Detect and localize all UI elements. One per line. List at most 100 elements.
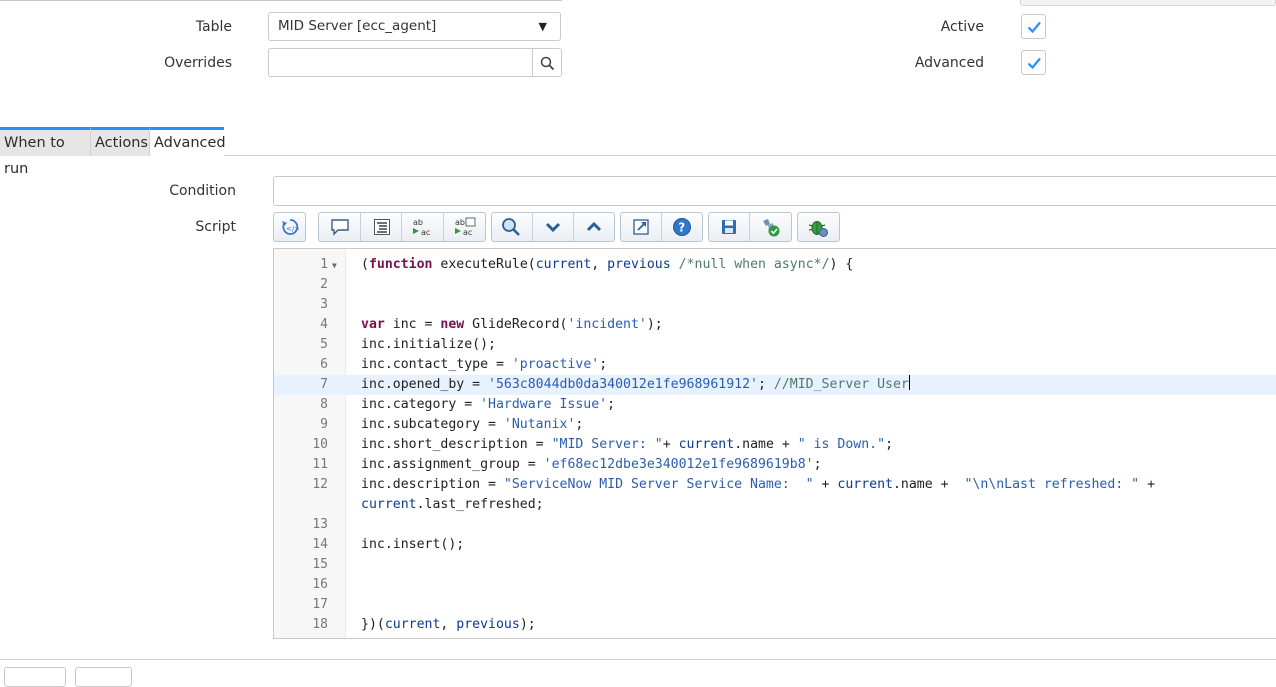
code-line[interactable]: 14 inc.insert();: [274, 535, 1276, 555]
form-action-button[interactable]: [4, 667, 66, 687]
condition-input[interactable]: [273, 176, 1276, 206]
code-line[interactable]: 10 inc.short_description = "MID Server: "…: [274, 435, 1276, 455]
format-code-icon: [373, 219, 390, 235]
find-next-button[interactable]: [533, 213, 574, 241]
table-select[interactable]: MID Server [ecc_agent] ▼: [268, 12, 561, 41]
check-syntax-button[interactable]: [750, 213, 791, 241]
line-number: 13: [312, 517, 328, 532]
replace-all-icon: ab ac: [454, 217, 475, 237]
replace-button[interactable]: ab ac: [402, 213, 444, 241]
checkmark-icon: [1027, 57, 1041, 70]
table-select-value: MID Server [ecc_agent]: [278, 18, 437, 34]
editor-toolbar-debug-group: [797, 212, 840, 242]
svg-text:</>: </>: [286, 225, 299, 233]
code-text: inc.category = 'Hardware Issue';: [361, 397, 616, 412]
script-label: Script: [195, 219, 236, 235]
form-bottom-divider: [0, 659, 1276, 660]
code-area[interactable]: 1 ▼ (function executeRule(current, previou…: [274, 255, 1276, 635]
toggle-syntax-editor-button[interactable]: </>: [274, 213, 305, 241]
line-number: 16: [312, 577, 328, 592]
code-line[interactable]: 1 ▼ (function executeRule(current, previou…: [274, 255, 1276, 275]
svg-text:?: ?: [678, 221, 685, 235]
line-number: 17: [312, 597, 328, 612]
table-label: Table: [195, 19, 232, 35]
line-number: 3: [320, 297, 328, 312]
active-label: Active: [940, 19, 984, 35]
tab-when-to-run[interactable]: When to run: [0, 127, 91, 177]
fullscreen-icon: [633, 219, 649, 235]
advanced-label: Advanced: [914, 55, 984, 71]
code-text: inc.initialize();: [361, 337, 496, 352]
code-line[interactable]: 9 inc.subcategory = 'Nutanix';: [274, 415, 1276, 435]
form-action-button[interactable]: [75, 667, 132, 687]
format-code-button[interactable]: [361, 213, 402, 241]
fold-arrow-icon[interactable]: ▼: [332, 256, 337, 276]
code-line[interactable]: 16: [274, 575, 1276, 595]
code-line[interactable]: 12 inc.description = "ServiceNow MID Serv…: [274, 475, 1276, 495]
code-text: var inc = new GlideRecord('incident');: [361, 317, 663, 332]
search-icon: [540, 56, 555, 71]
comment-button[interactable]: [319, 213, 361, 241]
toggle-syntax-editor-icon: </>: [282, 219, 299, 235]
overrides-input[interactable]: [268, 48, 533, 77]
help-button[interactable]: ?: [662, 213, 703, 241]
save-button[interactable]: [709, 213, 750, 241]
comment-icon: [331, 219, 349, 236]
code-text: (function executeRule(current, previous …: [361, 257, 854, 272]
code-line[interactable]: 5 inc.initialize();: [274, 335, 1276, 355]
line-number: 6: [320, 357, 328, 372]
debug-icon: [808, 221, 828, 237]
code-line[interactable]: 4 var inc = new GlideRecord('incident');: [274, 315, 1276, 335]
editor-toolbar-view-group: ?: [620, 212, 703, 242]
code-line[interactable]: 15: [274, 555, 1276, 575]
code-text: inc.contact_type = 'proactive';: [361, 357, 608, 372]
find-previous-icon: [586, 221, 602, 232]
code-line[interactable]: 3: [274, 295, 1276, 315]
previous-field-edge: [1020, 0, 1276, 6]
code-line[interactable]: 7 inc.opened_by = '563c8044db0da340012e1f…: [274, 375, 1276, 395]
find-next-icon: [545, 222, 561, 233]
fullscreen-button[interactable]: [621, 213, 662, 241]
code-text: inc.assignment_group = 'ef68ec12dbe3e340…: [361, 457, 822, 472]
line-number: 15: [312, 557, 328, 572]
code-text: current.last_refreshed;: [361, 497, 544, 512]
line-number: 2: [320, 277, 328, 292]
code-line[interactable]: current.last_refreshed;: [274, 495, 1276, 515]
replace-icon: ab ac: [413, 218, 430, 237]
active-checkbox[interactable]: [1021, 14, 1046, 39]
code-text: inc.description = "ServiceNow MID Server…: [361, 477, 1156, 492]
line-number: 11: [312, 457, 328, 472]
svg-text:ab: ab: [455, 218, 465, 227]
condition-label: Condition: [169, 183, 236, 199]
line-number: 14: [312, 537, 328, 552]
debug-button[interactable]: [798, 213, 839, 241]
code-line[interactable]: 13: [274, 515, 1276, 535]
editor-toolbar-save-group: [708, 212, 792, 242]
previous-field-border: [0, 0, 562, 1]
dropdown-arrow-icon: ▼: [538, 20, 547, 33]
code-text: inc.insert();: [361, 537, 465, 552]
code-line[interactable]: 17: [274, 595, 1276, 615]
line-number: 5: [320, 337, 328, 352]
replace-all-button[interactable]: ab ac: [444, 213, 485, 241]
tab-actions[interactable]: Actions: [91, 127, 150, 156]
code-line[interactable]: 8 inc.category = 'Hardware Issue';: [274, 395, 1276, 415]
svg-text:ac: ac: [421, 228, 430, 237]
check-syntax-icon: [762, 219, 780, 237]
code-line[interactable]: 18})(current, previous);: [274, 615, 1276, 635]
code-line[interactable]: 11 inc.assignment_group = 'ef68ec12dbe3e3…: [274, 455, 1276, 475]
code-text: inc.opened_by = '563c8044db0da340012e1fe…: [361, 375, 910, 392]
editor-toolbar-edit-group: ab ac ab ac: [318, 212, 486, 242]
overrides-lookup-button[interactable]: [532, 48, 562, 77]
advanced-checkbox[interactable]: [1021, 50, 1046, 75]
script-editor[interactable]: 1 ▼ (function executeRule(current, previou…: [273, 248, 1276, 639]
code-line[interactable]: 2: [274, 275, 1276, 295]
code-line[interactable]: 6 inc.contact_type = 'proactive';: [274, 355, 1276, 375]
svg-text:ac: ac: [463, 228, 472, 237]
find-previous-button[interactable]: [574, 213, 614, 241]
help-icon: ?: [672, 218, 691, 236]
overrides-label: Overrides: [164, 55, 232, 71]
text-cursor: [908, 375, 910, 390]
search-button[interactable]: [492, 213, 533, 241]
tab-advanced[interactable]: Advanced: [150, 127, 226, 156]
